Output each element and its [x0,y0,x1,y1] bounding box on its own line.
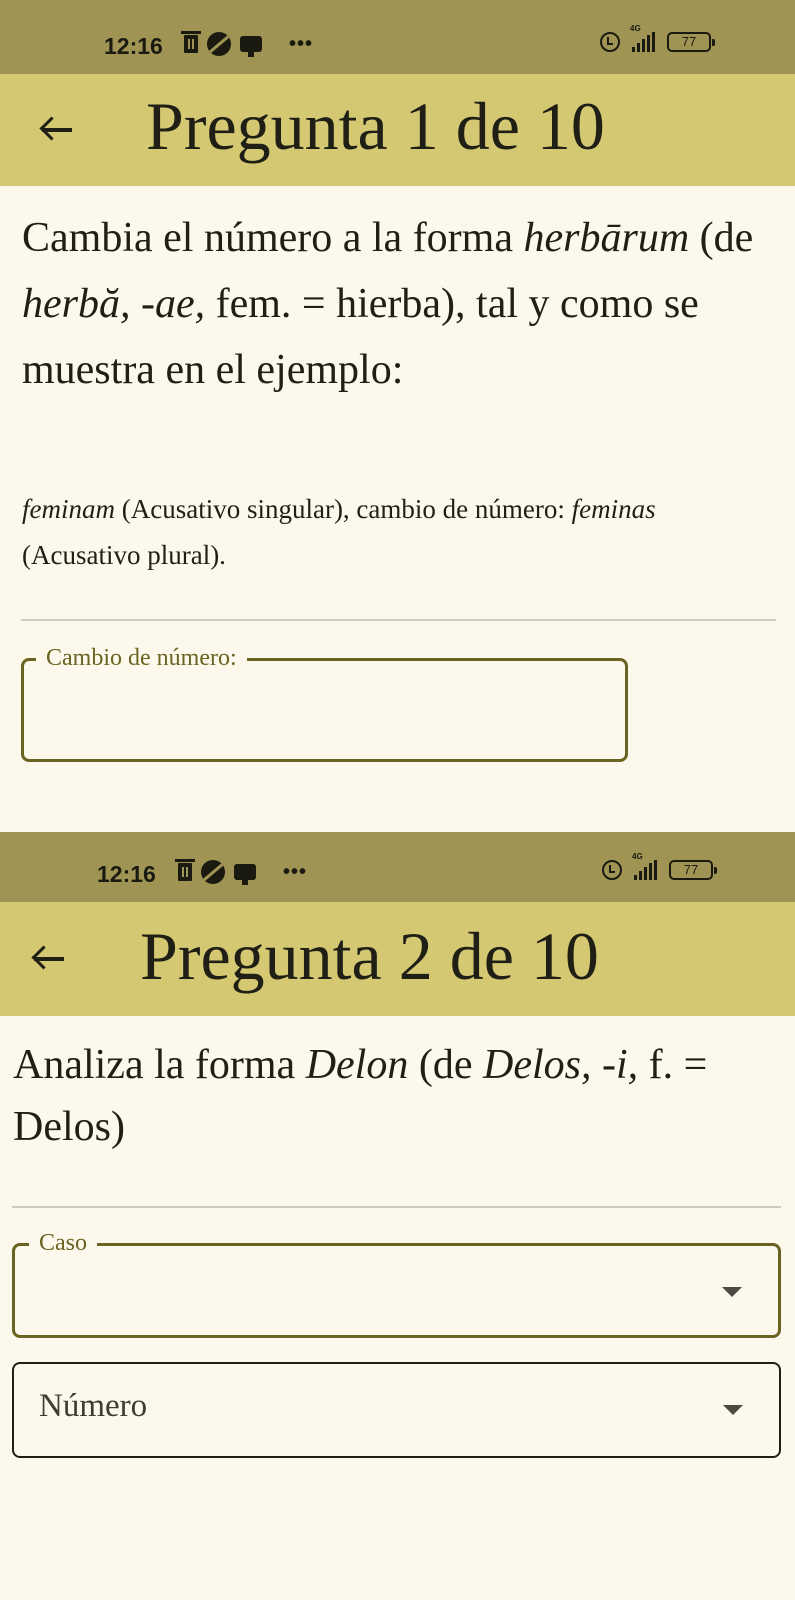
question-text-part: Analiza la forma [13,1042,306,1088]
signal-icon: 4G [630,24,655,52]
example-text-part: (Acusativo singular), cambio de número: [114,494,572,524]
network-type: 4G [632,852,643,861]
case-select-label: Caso [29,1226,97,1260]
question-text: Cambia el número a la forma herbārum (de… [22,205,772,403]
case-select[interactable]: Caso [12,1226,781,1338]
status-time: 12:16 [104,33,163,59]
notification-icons: ••• [181,31,314,57]
answer-field-label: Cambio de número: [36,641,247,675]
app-notification-icon [201,860,225,884]
battery-icon: 77 [667,32,715,52]
answer-input[interactable] [40,685,609,737]
app-bar: Pregunta 1 de 10 [0,74,795,186]
status-bar: 12:16 ••• 4G 77 [0,832,795,902]
more-notifications-icon: ••• [283,860,308,883]
alarm-icon [602,860,622,880]
number-select[interactable]: Número [12,1362,781,1458]
app-bar: Pregunta 2 de 10 [0,902,795,1016]
question-text-part: Cambia el número a la forma [22,215,524,261]
question-lemma: herbă, -ae, [22,281,206,327]
app-notification-icon [207,32,231,56]
alarm-icon [600,32,620,52]
battery-icon: 77 [669,860,717,880]
divider [21,619,776,621]
answer-field[interactable]: Cambio de número: [21,641,628,762]
system-icons: 4G 77 [600,24,715,52]
notification-icons: ••• [175,859,308,885]
question-lemma: Delos, -i, [482,1042,639,1088]
more-notifications-icon: ••• [289,32,314,55]
dropdown-arrow-icon[interactable] [722,1287,742,1297]
example-text-part: (Acusativo plural). [22,540,226,570]
trash-icon [181,31,201,53]
trash-icon [175,859,195,881]
example-word: feminas [571,494,656,524]
screen-notification-icon [240,36,262,57]
status-time: 12:16 [97,861,156,887]
example-word: feminam [22,494,115,524]
page-title: Pregunta 1 de 10 [146,88,605,164]
back-arrow-icon[interactable] [30,939,70,979]
question-form: herbārum [523,215,690,261]
screen-notification-icon [234,864,256,885]
question-text-part: (de [408,1042,483,1088]
screen-question-1: 12:16 ••• 4G 77 Pregunta 1 de 10 Cambia … [0,0,795,832]
divider [12,1206,781,1208]
example-text: feminam (Acusativo singular), cambio de … [22,486,772,578]
number-select-placeholder: Número [39,1388,148,1424]
question-form: Delon [305,1042,409,1088]
back-arrow-icon[interactable] [38,110,78,150]
question-text-part: (de [689,215,754,261]
dropdown-arrow-icon[interactable] [723,1405,743,1415]
signal-icon: 4G [632,852,657,880]
network-type: 4G [630,24,641,33]
system-icons: 4G 77 [602,852,717,880]
status-bar: 12:16 ••• 4G 77 [0,0,795,74]
question-text: Analiza la forma Delon (de Delos, -i, f.… [13,1034,783,1158]
page-title: Pregunta 2 de 10 [140,918,599,994]
screen-question-2: 12:16 ••• 4G 77 Pregunta 2 de 10 Analiza… [0,832,795,1600]
